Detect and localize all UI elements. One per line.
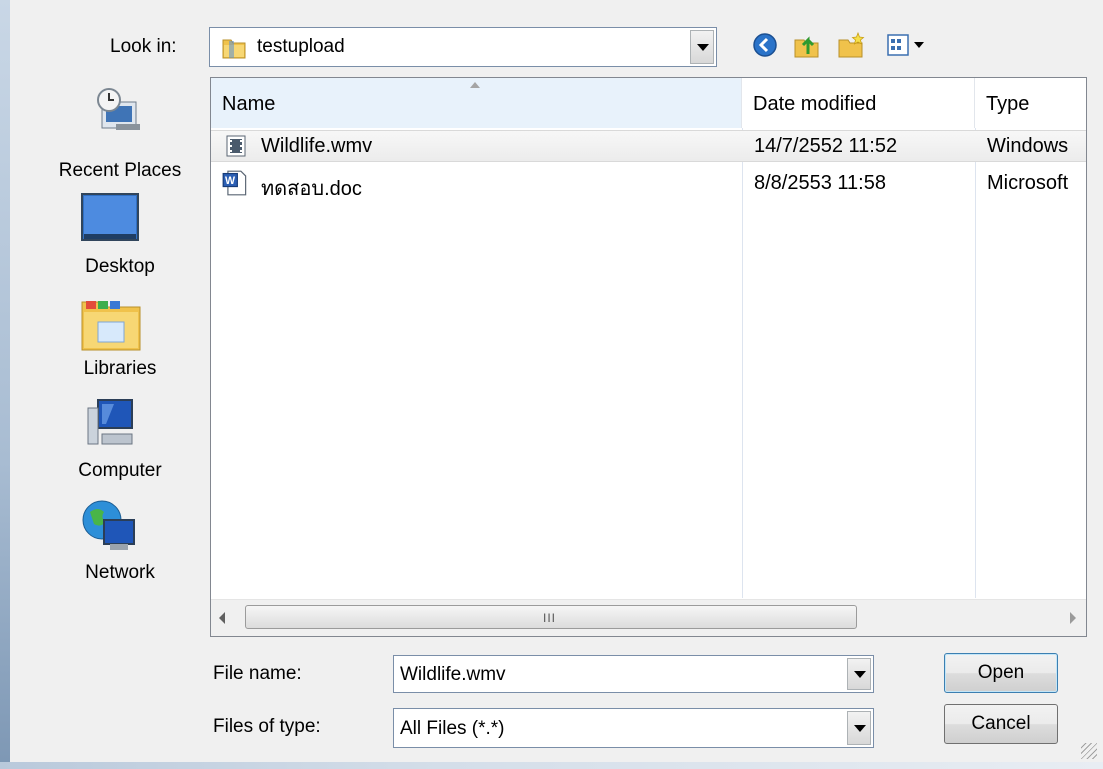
window-frame-bottom <box>0 762 1103 769</box>
libraries-icon <box>81 301 141 351</box>
column-header-type[interactable]: Type <box>975 78 1086 128</box>
places-bar: Recent Places Desktop Libraries Computer <box>32 76 208 624</box>
file-name-dropdown-button[interactable] <box>847 658 871 690</box>
place-label: Desktop <box>85 256 155 277</box>
horizontal-scrollbar[interactable]: III <box>211 599 1086 636</box>
window-frame-left <box>0 0 10 769</box>
place-label: Network <box>85 562 155 583</box>
look-in-label: Look in: <box>110 36 177 57</box>
computer-icon <box>87 399 133 445</box>
scrollbar-thumb[interactable]: III <box>245 605 857 629</box>
file-name-input[interactable]: Wildlife.wmv <box>400 664 506 686</box>
file-row[interactable]: Wildlife.wmv 14/7/2552 11:52 Windows <box>211 130 1086 162</box>
file-type-value: All Files (*.*) <box>400 718 505 739</box>
cancel-button[interactable]: Cancel <box>944 704 1058 744</box>
place-computer[interactable]: Computer <box>32 394 208 494</box>
file-type: Windows <box>987 135 1069 157</box>
sort-ascending-icon <box>470 82 480 88</box>
video-file-icon <box>226 135 246 157</box>
place-network[interactable]: Network <box>32 496 208 596</box>
place-label: Computer <box>78 460 162 481</box>
views-menu-icon[interactable] <box>885 30 929 60</box>
word-document-icon: W <box>222 170 247 196</box>
file-name-label: File name: <box>213 663 302 684</box>
scrollbar-grip: III <box>543 611 557 625</box>
desktop-icon <box>81 193 139 241</box>
column-header-name[interactable]: Name <box>211 78 742 128</box>
place-label: Libraries <box>83 358 157 379</box>
look-in-dropdown-button[interactable] <box>690 30 714 64</box>
file-name: Wildlife.wmv <box>261 135 373 157</box>
place-desktop[interactable]: Desktop <box>32 188 208 288</box>
scroll-left-icon[interactable] <box>219 612 225 624</box>
place-recent-places[interactable]: Recent Places <box>32 84 208 184</box>
folder-icon <box>222 39 246 59</box>
file-type-dropdown-button[interactable] <box>847 711 871 745</box>
place-label: Recent Places <box>58 160 182 181</box>
resize-grip[interactable] <box>1081 743 1097 759</box>
open-button[interactable]: Open <box>944 653 1058 693</box>
up-folder-icon[interactable] <box>792 30 822 60</box>
file-date: 14/7/2552 11:52 <box>754 135 898 157</box>
file-list[interactable]: Name Date modified Type Wildlife.wmv 14/… <box>210 77 1087 637</box>
look-in-value: testupload <box>257 36 345 57</box>
look-in-combo[interactable]: testupload <box>209 27 717 67</box>
place-libraries[interactable]: Libraries <box>32 292 208 392</box>
file-type-combo[interactable]: All Files (*.*) <box>393 708 874 748</box>
svg-text:W: W <box>225 175 236 187</box>
file-date: 8/8/2553 11:58 <box>754 172 886 194</box>
network-icon <box>82 500 135 550</box>
file-name: ทดสอบ.doc <box>261 178 362 200</box>
file-type: Microsoft <box>987 172 1069 194</box>
file-type-label: Files of type: <box>213 716 321 737</box>
scroll-right-icon[interactable] <box>1070 612 1076 624</box>
column-header-date-modified[interactable]: Date modified <box>742 78 975 128</box>
back-arrow-icon[interactable] <box>750 30 780 60</box>
new-folder-icon[interactable] <box>836 30 866 60</box>
file-row[interactable]: W ทดสอบ.doc 8/8/2553 11:58 Microsoft <box>211 168 1086 200</box>
file-name-combo[interactable]: Wildlife.wmv <box>393 655 874 693</box>
recent-places-icon <box>97 88 140 130</box>
